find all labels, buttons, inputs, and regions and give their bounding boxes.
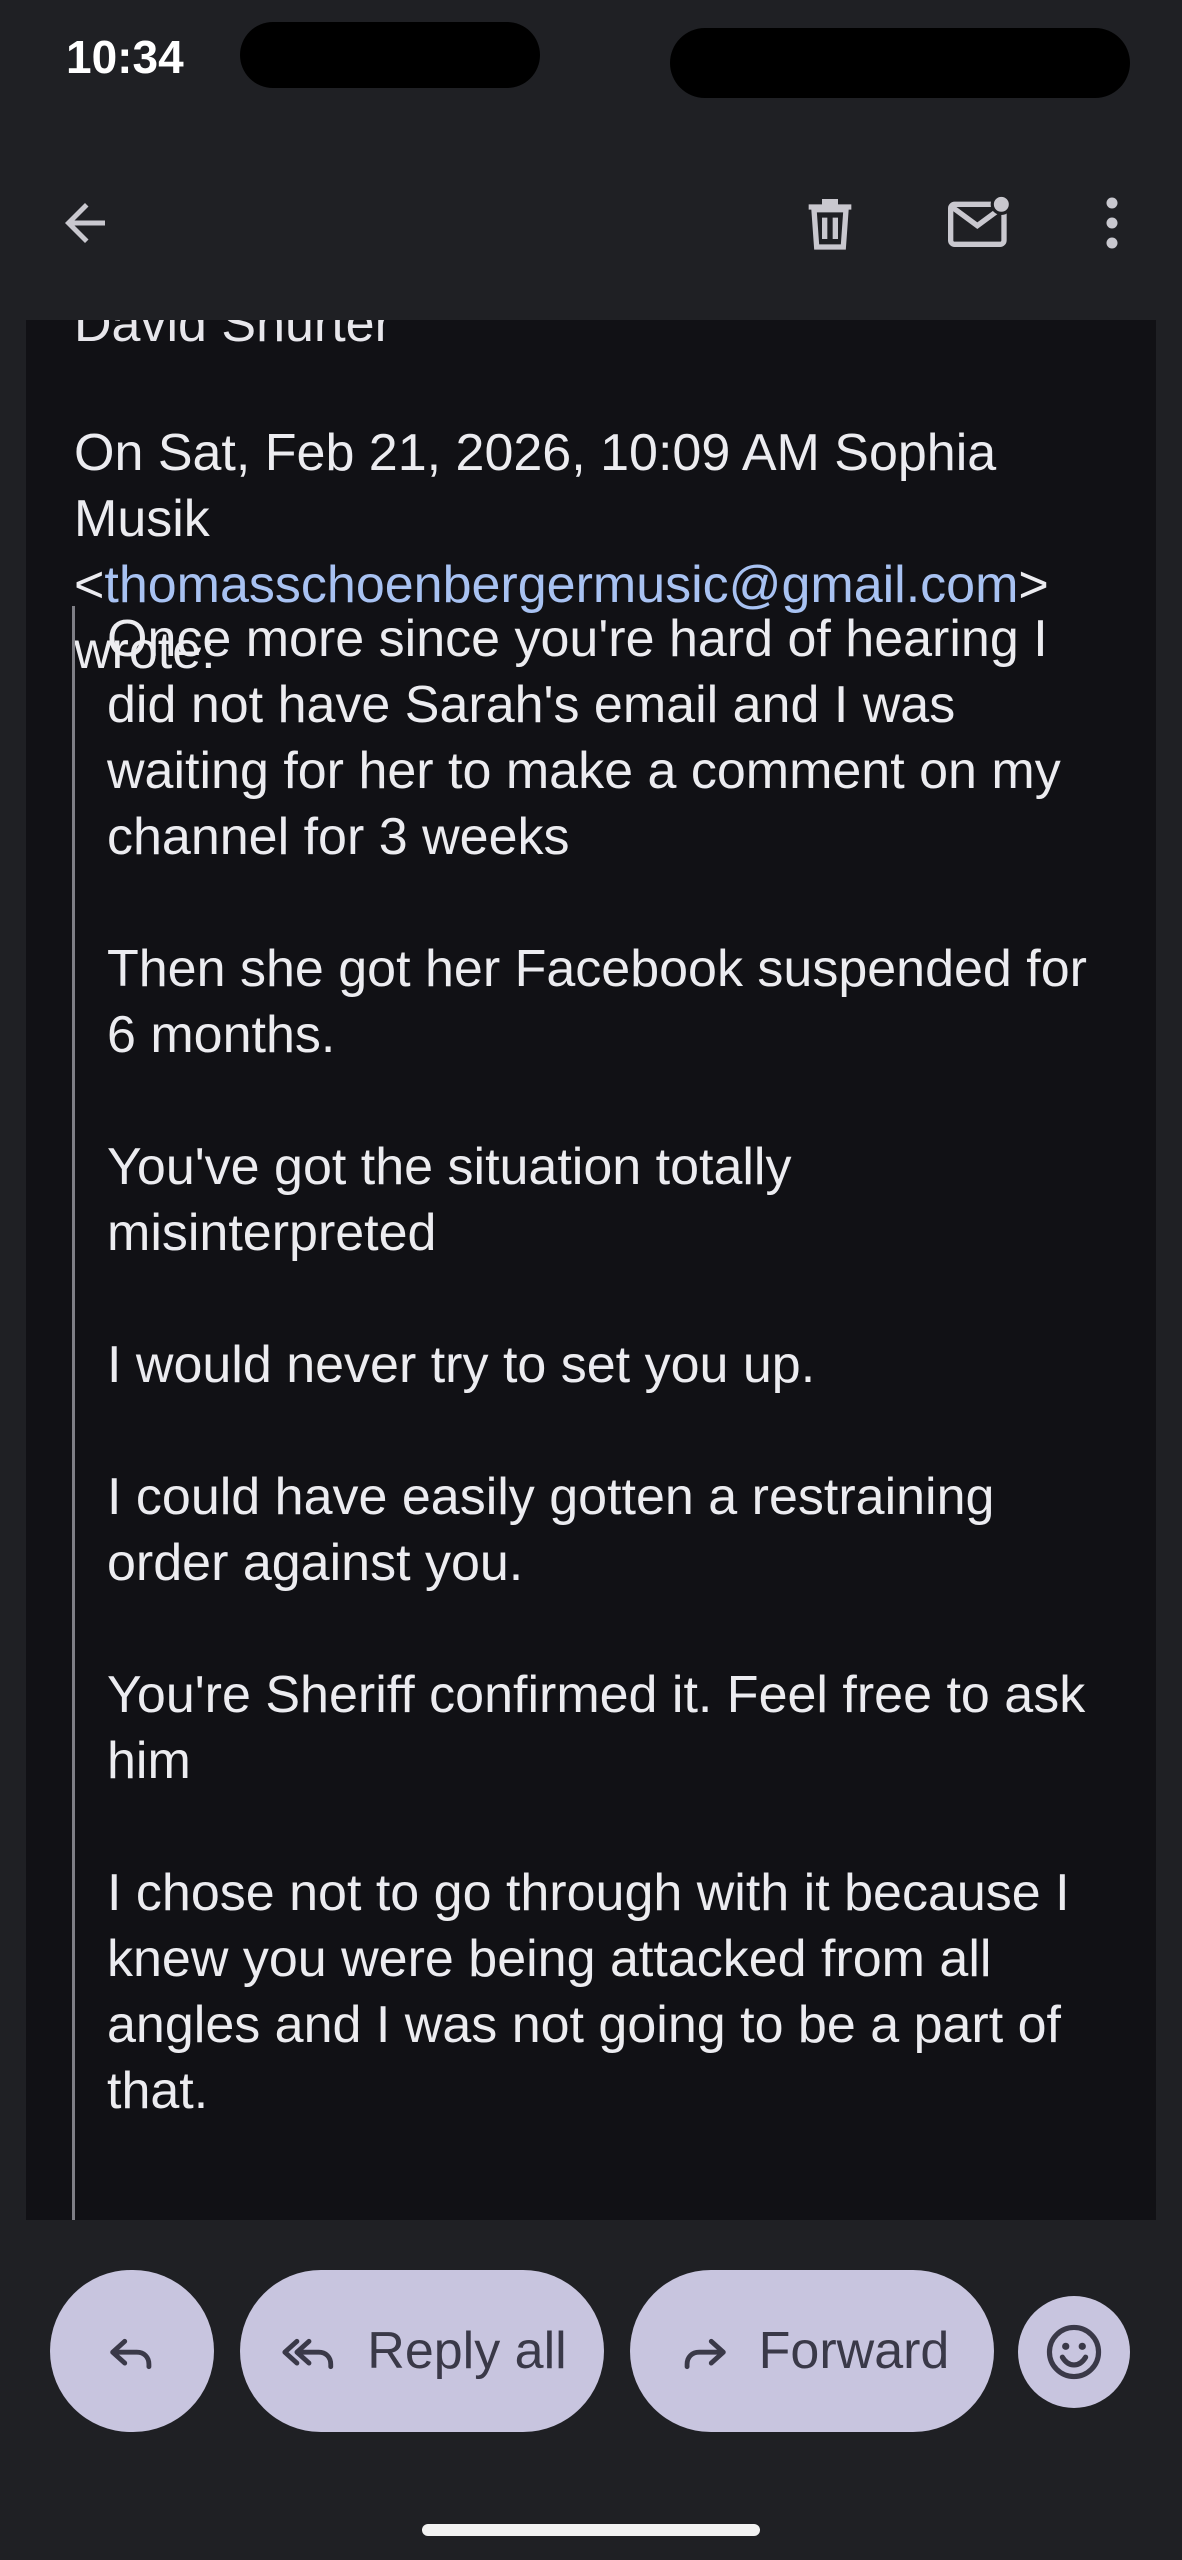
- delete-button[interactable]: [785, 178, 875, 268]
- back-button[interactable]: [40, 178, 130, 268]
- trash-icon: [808, 199, 852, 250]
- toolbar: [0, 150, 1182, 290]
- mail-unread-icon: [948, 193, 1013, 247]
- quoted-paragraph: I would never try to set you up.: [107, 1336, 816, 1394]
- quoted-paragraph: You've got the situation totally misinte…: [107, 1138, 792, 1262]
- more-vertical-icon: [1106, 197, 1118, 249]
- reply-all-label: Reply all: [367, 2322, 567, 2380]
- status-bar: 10:34: [0, 0, 1182, 110]
- forward-button[interactable]: Forward: [630, 2270, 994, 2432]
- redaction-mark: [670, 28, 1130, 98]
- quoted-paragraph: Then she got her Facebook suspended for …: [107, 940, 1087, 1064]
- reply-all-icon: [282, 2338, 334, 2370]
- forward-label: Forward: [758, 2322, 950, 2380]
- quoted-paragraph: Once more since you're hard of hearing I…: [107, 610, 1061, 866]
- sender-signature: David Shurter: [74, 320, 392, 353]
- redaction-mark: [240, 22, 540, 88]
- reply-button[interactable]: [50, 2270, 214, 2432]
- home-indicator[interactable]: [422, 2524, 760, 2536]
- quoted-paragraph: I could have easily gotten a restraining…: [107, 1468, 995, 1592]
- action-bar: Reply all Forward: [0, 2220, 1182, 2560]
- reply-all-button[interactable]: Reply all: [240, 2270, 604, 2432]
- email-body: David Shurter On Sat, Feb 21, 2026, 10:0…: [26, 320, 1156, 2220]
- status-time: 10:34: [66, 31, 184, 83]
- arrow-left-icon: [65, 203, 105, 243]
- quoted-paragraph: I chose not to go through with it becaus…: [107, 1864, 1070, 2120]
- more-options-button[interactable]: [1068, 178, 1156, 268]
- emoji-smile-icon: [1046, 2324, 1102, 2380]
- emoji-reaction-button[interactable]: [1018, 2296, 1130, 2408]
- quoted-paragraph: You're Sheriff confirmed it. Feel free t…: [107, 1666, 1086, 1790]
- forward-icon: [684, 2338, 726, 2370]
- quoted-message: Once more since you're hard of hearing I…: [72, 606, 1135, 2220]
- reply-icon: [110, 2338, 152, 2370]
- mark-unread-button[interactable]: [935, 178, 1025, 268]
